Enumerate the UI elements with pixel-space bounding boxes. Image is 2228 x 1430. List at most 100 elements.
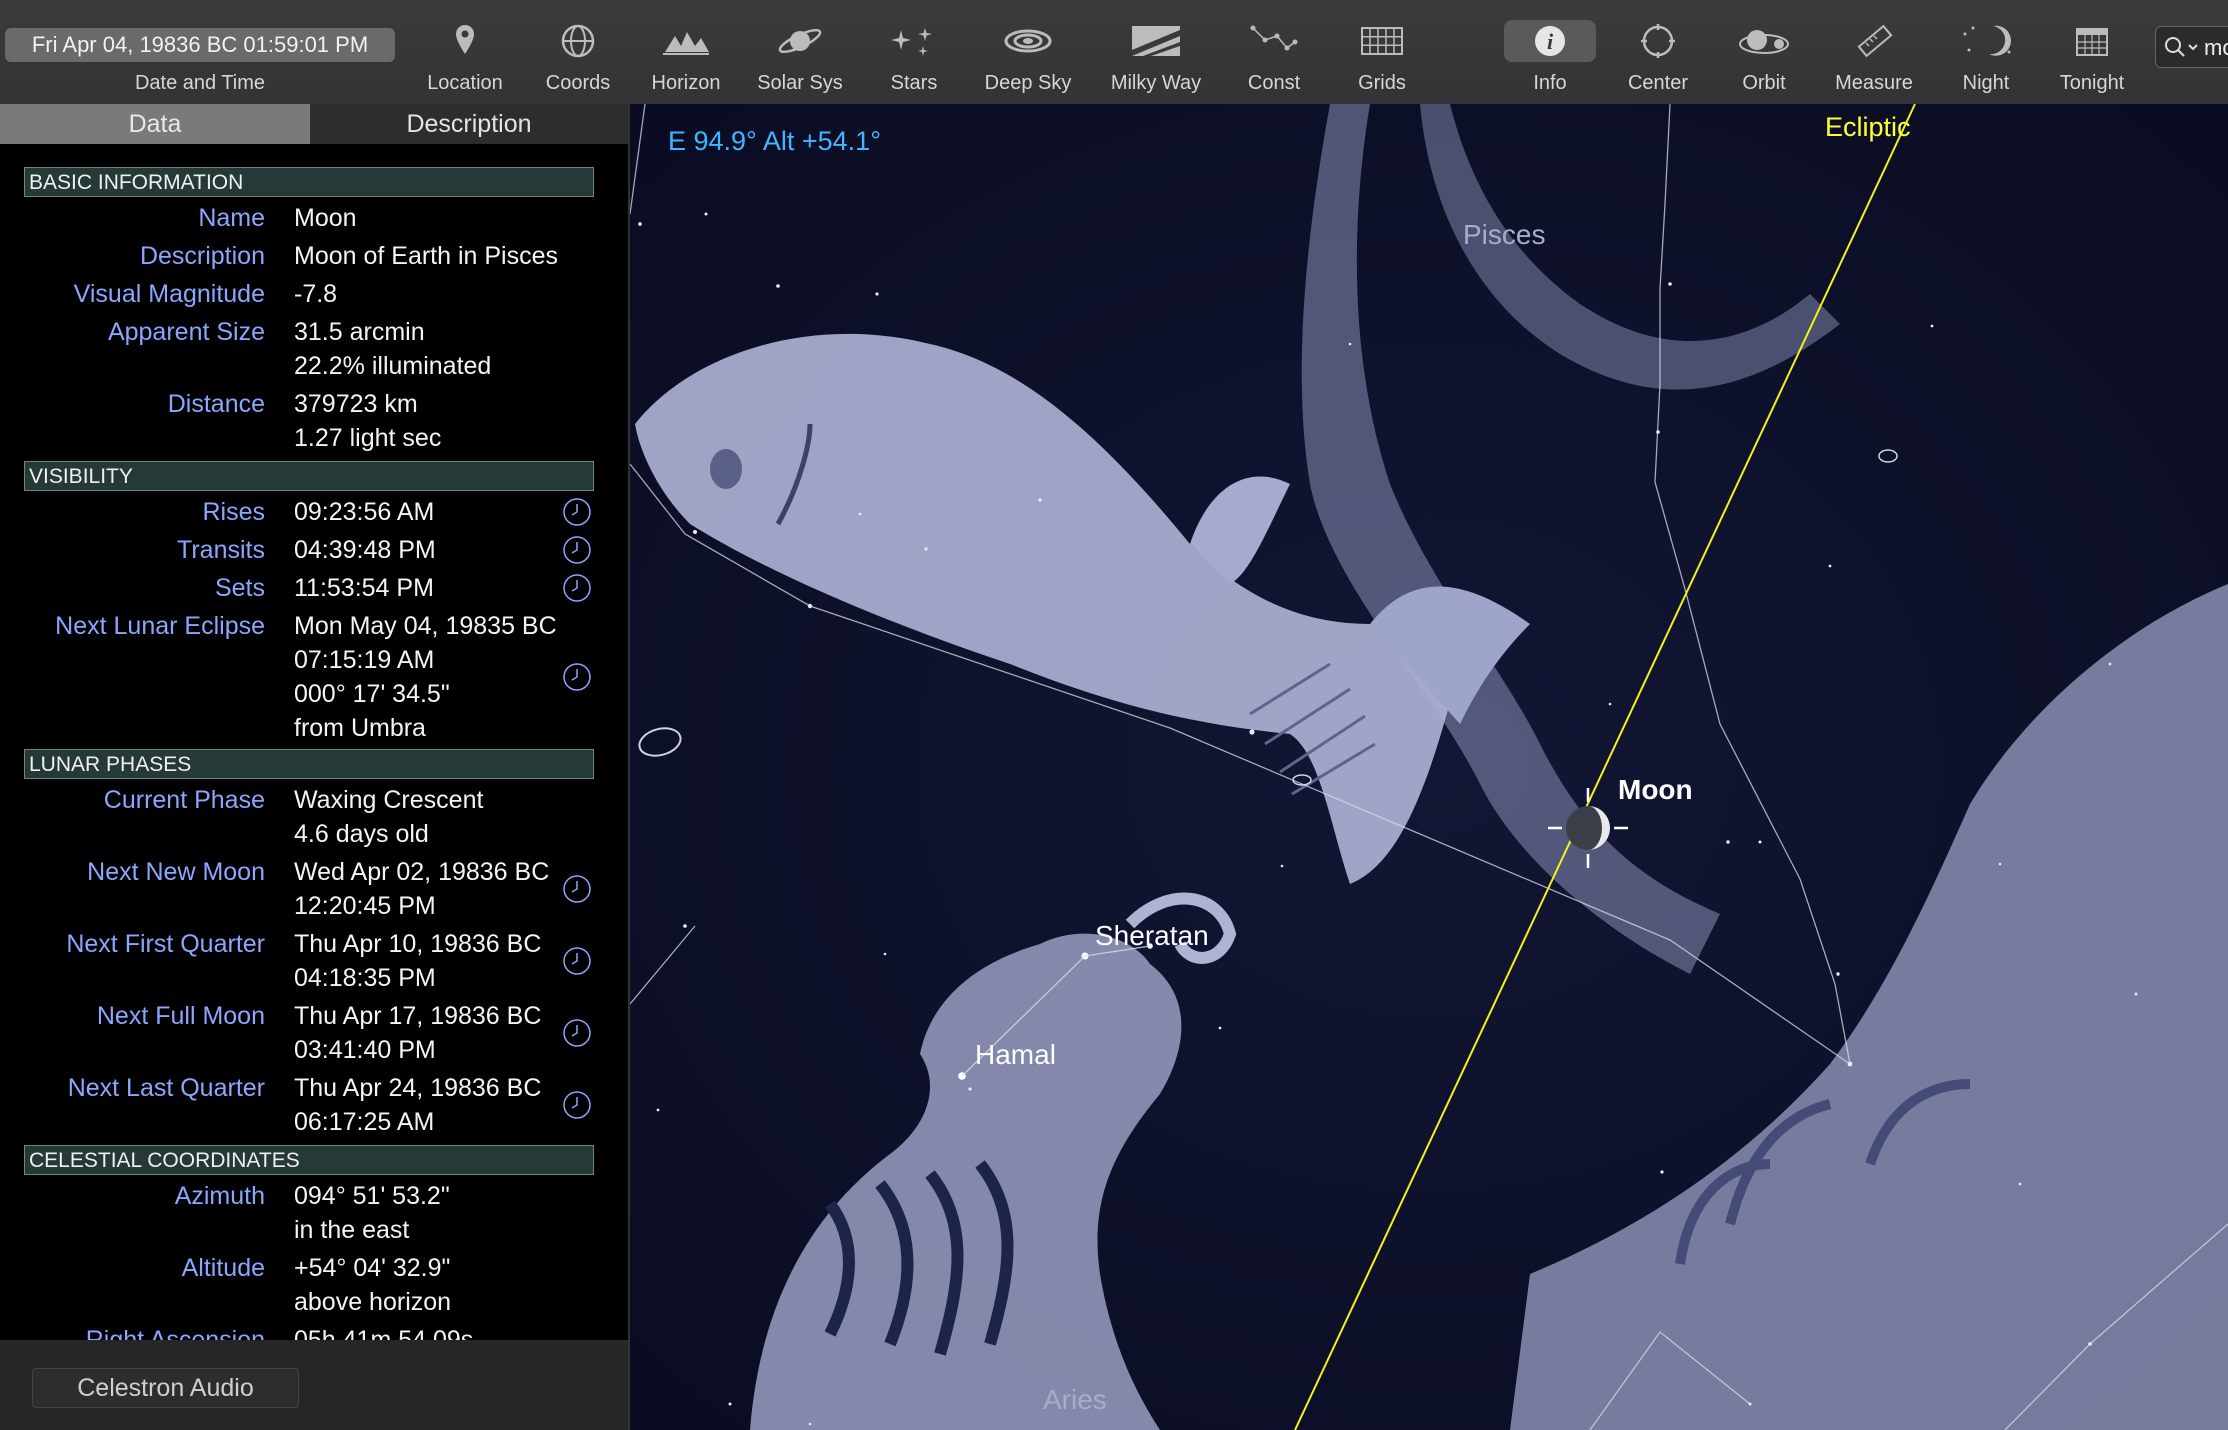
sets-clock-icon[interactable] — [562, 573, 592, 603]
saturn-icon — [773, 20, 827, 62]
next-lunar-eclipse-label: Next Lunar Eclipse — [55, 612, 265, 640]
visual-magnitude-value: -7.8 — [294, 280, 338, 308]
info-scroll-area[interactable]: BASIC INFORMATION Name Moon Description … — [0, 144, 628, 1340]
celestron-audio-button[interactable]: Celestron Audio — [32, 1368, 299, 1408]
location-label: Location — [427, 72, 503, 94]
full-moon-clock-icon[interactable] — [562, 1018, 592, 1048]
sky-view[interactable]: E 94.9° Alt +54.1° Ecliptic Pisces Aries… — [630, 104, 2228, 1430]
altitude-value: +54° 04' 32.9" — [294, 1254, 451, 1282]
last-quarter-clock-icon[interactable] — [562, 1090, 592, 1120]
milky-way-icon — [1129, 20, 1183, 62]
solar-system-button[interactable]: Solar Sys — [740, 20, 860, 95]
transits-label: Transits — [177, 536, 265, 564]
search-field[interactable]: mo — [2155, 26, 2228, 68]
current-phase-value: Waxing Crescent — [294, 786, 484, 814]
illumination-value: 22.2% illuminated — [294, 352, 492, 380]
galaxy-icon — [1001, 20, 1055, 62]
moon-label[interactable]: Moon — [1618, 774, 1693, 806]
first-quarter-clock-icon[interactable] — [562, 946, 592, 976]
info-button[interactable]: i Info — [1490, 20, 1610, 95]
name-label: Name — [198, 204, 265, 232]
eclipse-time-value: 07:15:19 AM — [294, 646, 435, 674]
grids-button[interactable]: Grids — [1322, 20, 1442, 95]
orbit-icon — [1737, 20, 1791, 62]
next-full-moon-time: 03:41:40 PM — [294, 1036, 436, 1064]
deep-sky-label: Deep Sky — [984, 72, 1072, 94]
deep-sky-button[interactable]: Deep Sky — [968, 20, 1088, 95]
eclipse-magnitude-value: 000° 17' 34.5" — [294, 680, 450, 708]
center-label: Center — [1627, 72, 1689, 94]
transits-value: 04:39:48 PM — [294, 536, 436, 564]
description-value: Moon of Earth in Pisces — [294, 242, 559, 270]
section-visibility: VISIBILITY — [24, 461, 594, 491]
eclipse-clock-icon[interactable] — [562, 662, 592, 692]
name-value: Moon — [294, 204, 357, 232]
horizon-button[interactable]: Horizon — [626, 20, 746, 95]
date-time-field[interactable]: Fri Apr 04, 19836 BC 01:59:01 PM — [5, 28, 395, 62]
coords-button[interactable]: Coords — [518, 20, 638, 95]
rises-value: 09:23:56 AM — [294, 498, 435, 526]
moon-age-value: 4.6 days old — [294, 820, 429, 848]
panel-tabs: Data Description — [0, 104, 628, 144]
horizon-label: Horizon — [651, 72, 721, 94]
sets-label: Sets — [214, 574, 265, 602]
location-pin-icon — [438, 20, 492, 62]
tab-data[interactable]: Data — [0, 104, 310, 144]
right-ascension-label: Right Ascension — [85, 1326, 265, 1340]
milky-way-button[interactable]: Milky Way — [1096, 20, 1216, 95]
azimuth-direction: in the east — [294, 1216, 410, 1244]
next-first-quarter-label: Next First Quarter — [66, 930, 265, 958]
measure-label: Measure — [1835, 72, 1913, 94]
pisces-label: Pisces — [1463, 219, 1546, 250]
orbit-button[interactable]: Orbit — [1704, 20, 1824, 95]
ruler-icon — [1847, 20, 1901, 62]
visual-magnitude-label: Visual Magnitude — [73, 280, 265, 308]
date-time-caption: Date and Time — [134, 72, 266, 94]
night-button[interactable]: Night — [1926, 20, 2046, 95]
constellation-icon — [1247, 20, 1301, 62]
location-button[interactable]: Location — [405, 20, 525, 95]
sky-chart — [630, 104, 2228, 1430]
stars-icon — [887, 20, 941, 62]
distance-light-sec-value: 1.27 light sec — [294, 424, 442, 452]
night-label: Night — [1962, 72, 2010, 94]
tonight-button[interactable]: Tonight — [2032, 20, 2152, 95]
solar-system-label: Solar Sys — [757, 72, 843, 94]
transits-clock-icon[interactable] — [562, 535, 592, 565]
section-celestial-coordinates: CELESTIAL COORDINATES — [24, 1145, 594, 1175]
altitude-direction: above horizon — [294, 1288, 452, 1316]
current-phase-label: Current Phase — [103, 786, 265, 814]
description-label: Description — [139, 242, 265, 270]
rises-clock-icon[interactable] — [562, 497, 592, 527]
distance-km-value: 379723 km — [294, 390, 418, 418]
constellations-button[interactable]: Const — [1214, 20, 1334, 95]
coordinate-readout: E 94.9° Alt +54.1° — [668, 126, 881, 156]
orbit-label: Orbit — [1742, 72, 1786, 94]
next-last-quarter-time: 06:17:25 AM — [294, 1108, 435, 1136]
tonight-label: Tonight — [2059, 72, 2125, 94]
calendar-icon — [2065, 20, 2119, 62]
info-label: Info — [1533, 72, 1567, 94]
coords-label: Coords — [545, 72, 611, 94]
right-ascension-value: 05h 41m 54.09s — [294, 1326, 474, 1340]
sheratan-label[interactable]: Sheratan — [1095, 920, 1209, 952]
center-icon — [1631, 20, 1685, 62]
next-full-moon-date: Thu Apr 17, 19836 BC — [294, 1002, 542, 1030]
hamal-label[interactable]: Hamal — [975, 1039, 1056, 1071]
search-icon — [2162, 33, 2202, 61]
night-moon-icon — [1959, 20, 2013, 62]
stars-button[interactable]: Stars — [854, 20, 974, 95]
next-full-moon-label: Next Full Moon — [96, 1002, 265, 1030]
distance-label: Distance — [167, 390, 265, 418]
tab-description[interactable]: Description — [310, 104, 628, 144]
measure-button[interactable]: Measure — [1814, 20, 1934, 95]
ecliptic-label: Ecliptic — [1825, 112, 1911, 142]
search-input-text: mo — [2204, 35, 2228, 60]
sets-value: 11:53:54 PM — [294, 574, 434, 602]
toolbar: Fri Apr 04, 19836 BC 01:59:01 PM Date an… — [0, 0, 2228, 105]
fish-eye — [710, 449, 742, 489]
next-first-quarter-time: 04:18:35 PM — [294, 964, 436, 992]
next-first-quarter-date: Thu Apr 10, 19836 BC — [294, 930, 542, 958]
center-button[interactable]: Center — [1598, 20, 1718, 95]
new-moon-clock-icon[interactable] — [562, 874, 592, 904]
